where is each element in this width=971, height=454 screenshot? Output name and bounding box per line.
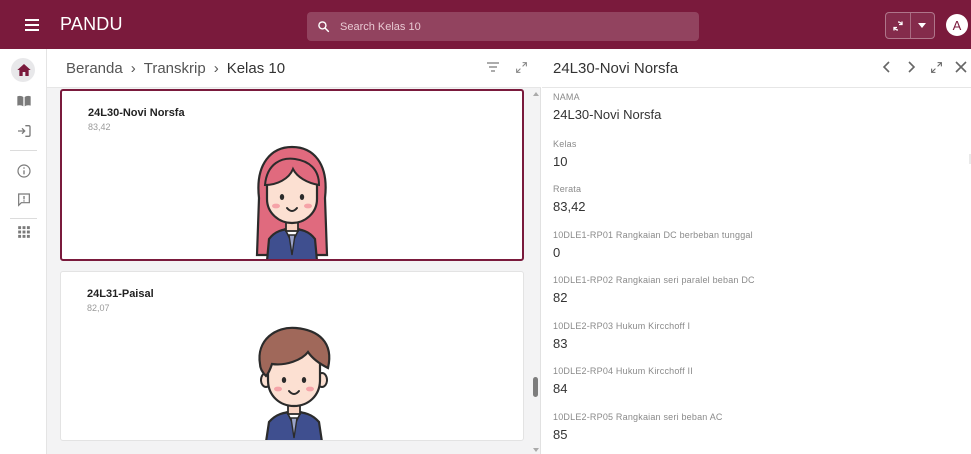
close-icon	[955, 61, 967, 73]
hamburger-menu-icon[interactable]	[12, 0, 52, 49]
search-input[interactable]	[340, 20, 680, 33]
book-icon	[16, 95, 31, 107]
close-detail-button[interactable]	[953, 59, 969, 75]
master-panel: Beranda › Transkrip › Kelas 10 24L30-Nov…	[47, 49, 541, 454]
student-card-name: 24L30-Novi Norsfa	[88, 107, 185, 119]
search-bar[interactable]	[307, 12, 699, 41]
field-label: Kelas	[553, 139, 577, 149]
detail-field: 10DLE2-RP04 Hukum Kircchoff II 84	[553, 366, 693, 396]
breadcrumb-beranda[interactable]: Beranda	[66, 60, 123, 77]
field-value: 83	[553, 336, 568, 351]
field-label: NAMA	[553, 92, 580, 102]
feedback-icon	[17, 193, 30, 207]
home-icon	[16, 64, 31, 76]
breadcrumb-current: Kelas 10	[226, 59, 286, 77]
expand-icon	[515, 61, 527, 73]
left-nav-rail	[0, 49, 47, 454]
chevron-right-icon	[907, 61, 915, 73]
caret-down-icon	[918, 22, 927, 28]
breadcrumb: Beranda › Transkrip › Kelas 10	[47, 49, 541, 88]
student-card[interactable]: 24L31-Paisal 82,07	[60, 271, 524, 441]
detail-field: NAMA 24L30-Novi Norsfa	[553, 92, 661, 122]
field-label: 10DLE2-RP04 Hukum Kircchoff II	[553, 366, 693, 376]
detail-title: 24L30-Novi Norsfa	[553, 59, 679, 77]
field-label: 10DLE2-RP05 Rangkaian seri beban AC	[553, 412, 723, 422]
detail-header: 24L30-Novi Norsfa	[542, 49, 971, 88]
nav-home[interactable]	[0, 55, 47, 85]
field-label: 10DLE1-RP02 Rangkaian seri paralel beban…	[553, 275, 755, 285]
nav-info[interactable]	[0, 156, 47, 186]
detail-field: 10DLE2-RP05 Rangkaian seri beban AC 85	[553, 412, 723, 442]
nav-feedback[interactable]	[0, 185, 47, 215]
field-label: 10DLE2-RP03 Hukum Kircchoff I	[553, 321, 691, 331]
nav-book[interactable]	[0, 86, 47, 116]
scroll-up-arrow-icon[interactable]	[533, 92, 539, 96]
breadcrumb-separator: ›	[130, 59, 136, 77]
master-scrollbar[interactable]	[530, 89, 541, 454]
student-card-score: 82,07	[87, 303, 110, 313]
nav-divider	[10, 150, 37, 151]
previous-record-button[interactable]	[878, 59, 894, 75]
student-card-name: 24L31-Paisal	[87, 288, 154, 300]
field-value: 0	[553, 245, 561, 260]
sync-button[interactable]	[886, 13, 910, 38]
detail-field: 10DLE1-RP01 Rangkaian DC berbeban tungga…	[553, 230, 753, 260]
field-value: 84	[553, 381, 568, 396]
detail-field: 10DLE1-RP02 Rangkaian seri paralel beban…	[553, 275, 755, 305]
next-record-button[interactable]	[903, 59, 919, 75]
nav-apps[interactable]	[0, 217, 47, 247]
field-label: Rerata	[553, 184, 582, 194]
field-value: 10	[553, 154, 568, 169]
sync-icon	[893, 20, 903, 31]
field-value: 24L30-Novi Norsfa	[553, 107, 662, 122]
nav-login[interactable]	[0, 116, 47, 146]
detail-field: 10DLE2-RP03 Hukum Kircchoff I 83	[553, 321, 690, 351]
detail-panel: 24L30-Novi Norsfa NAMA 24L30-Novi Norsfa…	[542, 49, 971, 454]
boy-avatar-icon	[258, 326, 331, 440]
sync-dropdown-button[interactable]	[909, 13, 935, 38]
filter-icon	[487, 62, 499, 72]
field-value: 83,42	[553, 199, 586, 214]
expand-icon	[930, 61, 942, 73]
field-value: 85	[553, 427, 568, 442]
apps-grid-icon	[17, 226, 30, 238]
app-header: PANDU A	[0, 0, 971, 49]
expand-detail-button[interactable]	[928, 59, 944, 75]
field-label: 10DLE1-RP01 Rangkaian DC berbeban tungga…	[553, 230, 753, 240]
detail-field: Kelas 10	[553, 139, 577, 169]
filter-button[interactable]	[485, 59, 501, 75]
expand-button[interactable]	[513, 59, 529, 75]
breadcrumb-transkrip[interactable]: Transkrip	[144, 60, 206, 77]
student-card[interactable]: 24L30-Novi Norsfa 83,42	[60, 89, 524, 261]
info-icon	[16, 164, 31, 178]
sync-button-group	[885, 12, 935, 39]
detail-field: Rerata 83,42	[553, 184, 586, 214]
scrollbar-thumb[interactable]	[533, 377, 538, 397]
girl-avatar-icon	[255, 145, 329, 259]
user-avatar[interactable]: A	[946, 14, 968, 36]
chevron-left-icon	[882, 61, 890, 73]
search-icon	[318, 21, 330, 33]
login-icon	[17, 125, 31, 137]
field-value: 82	[553, 290, 568, 305]
scroll-down-arrow-icon[interactable]	[533, 448, 539, 452]
breadcrumb-separator: ›	[213, 59, 219, 77]
student-card-score: 83,42	[88, 122, 111, 132]
app-title: PANDU	[60, 14, 123, 34]
